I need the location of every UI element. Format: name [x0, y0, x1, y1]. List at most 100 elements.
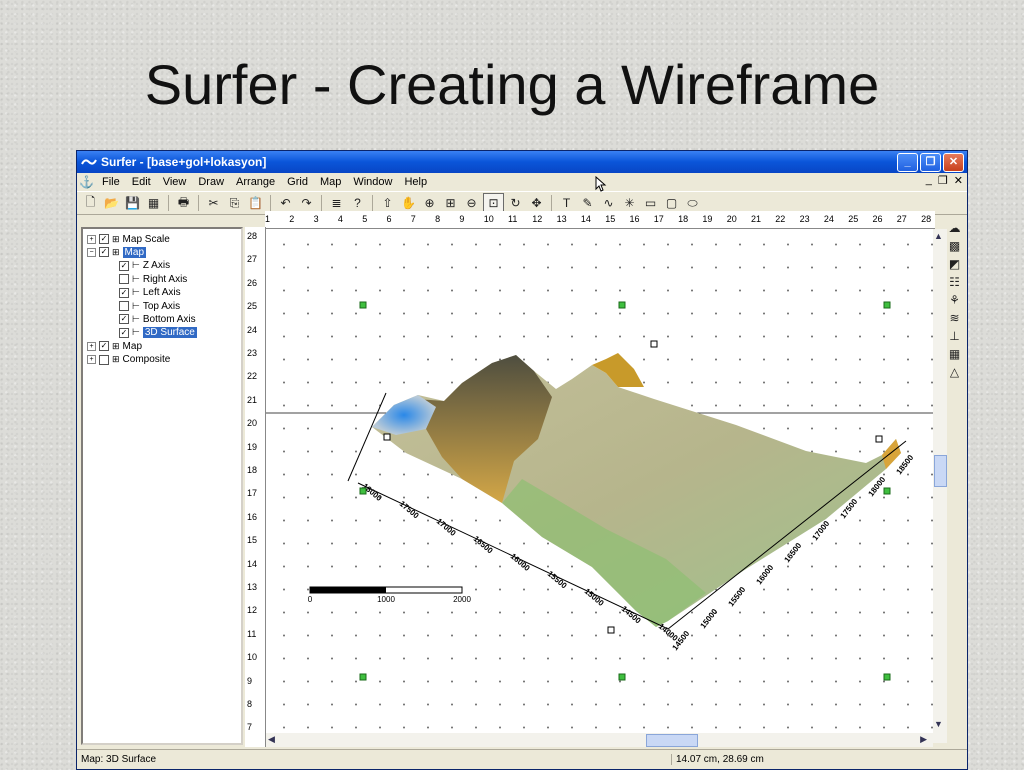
map-handle[interactable]	[883, 301, 891, 309]
visibility-checkbox[interactable]	[119, 274, 129, 285]
selection-handle[interactable]	[383, 433, 391, 441]
zoom-rect-icon[interactable]: ⊞	[441, 194, 460, 212]
mdi-minimize-button[interactable]: _	[926, 174, 932, 187]
cut-icon[interactable]: ✂	[204, 194, 223, 212]
visibility-checkbox[interactable]: ✓	[99, 247, 109, 258]
visibility-checkbox[interactable]: ✓	[119, 314, 129, 325]
plot-canvas[interactable]: 18000 17500 17000 16500 16000 15500 15000 14500…	[266, 229, 933, 743]
object-manager-icon[interactable]: ≣	[327, 194, 346, 212]
menu-help[interactable]: Help	[398, 176, 433, 188]
surface-plot[interactable]: 1800017500170001650016000155001500014500…	[266, 229, 933, 743]
zoom-out-icon[interactable]: ⊖	[462, 194, 481, 212]
paste-icon[interactable]: 📋	[246, 194, 265, 212]
menu-edit[interactable]: Edit	[126, 176, 157, 188]
visibility-checkbox[interactable]: ✓	[119, 327, 129, 338]
expand-icon[interactable]: +	[87, 234, 96, 244]
map-handle[interactable]	[618, 673, 626, 681]
maximize-button[interactable]: ❐	[920, 153, 941, 172]
ruler-tick-label: 24	[247, 324, 258, 335]
visibility-checkbox[interactable]: ✓	[119, 287, 129, 298]
tree-item[interactable]: + ✓ ⊞ Map Scale	[87, 233, 170, 245]
selection-handle[interactable]	[875, 435, 883, 443]
axis-tick-label: 16500	[782, 541, 803, 565]
rotate-icon[interactable]: ↻	[506, 194, 525, 212]
undo-icon[interactable]: ↶	[276, 194, 295, 212]
vector-map-icon[interactable]: ⚘	[945, 291, 964, 309]
polygon-icon[interactable]: ✎	[578, 194, 597, 212]
polyline-icon[interactable]: ∿	[599, 194, 618, 212]
visibility-checkbox[interactable]: ✓	[99, 234, 109, 244]
visibility-checkbox[interactable]	[99, 354, 109, 365]
tree-item[interactable]: + ✓ ⊞ Map	[87, 340, 142, 352]
expand-icon[interactable]: +	[87, 355, 96, 365]
visibility-checkbox[interactable]	[119, 301, 129, 311]
ellipse-icon[interactable]: ⬭	[683, 194, 702, 212]
table-icon[interactable]: ▦	[144, 194, 163, 212]
tree-item[interactable]: ✓ ⊢ Bottom Axis	[119, 313, 196, 325]
print-icon[interactable]: 🖶	[174, 194, 193, 212]
zoom-in-icon[interactable]: ⊕	[420, 194, 439, 212]
post-map-icon[interactable]: ☷	[945, 273, 964, 291]
expand-icon[interactable]: +	[87, 341, 96, 351]
surface-icon[interactable]: ▦	[945, 345, 964, 363]
select-icon[interactable]: ⇧	[378, 194, 397, 212]
reshape-icon[interactable]: ✥	[527, 194, 546, 212]
horizontal-scroll-thumb[interactable]	[646, 734, 698, 747]
tree-item[interactable]: ✓ ⊢ 3D Surface	[119, 327, 197, 339]
menu-file[interactable]: File	[96, 176, 126, 188]
menu-view[interactable]: View	[157, 176, 193, 188]
whats-this-icon[interactable]: ?	[348, 194, 367, 212]
close-button[interactable]: ✕	[943, 153, 964, 172]
3d-surface-icon[interactable]: △	[945, 363, 964, 381]
map-handle[interactable]	[359, 487, 367, 495]
redo-icon[interactable]: ↷	[297, 194, 316, 212]
save-icon[interactable]: 💾	[123, 194, 142, 212]
wireframe-icon[interactable]: ≋	[945, 309, 964, 327]
copy-icon[interactable]: ⎘	[225, 194, 244, 212]
scroll-right-icon[interactable]: ▶	[920, 734, 927, 745]
ruler-tick-label: 25	[848, 214, 859, 224]
vertical-scroll-thumb[interactable]	[934, 455, 947, 487]
selection-handle[interactable]	[650, 340, 658, 348]
tree-item[interactable]: ✓ ⊢ Z Axis	[119, 260, 170, 272]
map-handle[interactable]	[883, 487, 891, 495]
scroll-left-icon[interactable]: ◀	[268, 734, 275, 745]
selection-handle[interactable]	[607, 626, 615, 634]
map-handle[interactable]	[359, 301, 367, 309]
mdi-restore-button[interactable]: ❐	[938, 174, 948, 187]
pan-icon[interactable]: ✋	[399, 194, 418, 212]
scroll-up-icon[interactable]: ▲	[934, 231, 943, 241]
axis-icon[interactable]: ⊥	[945, 327, 964, 345]
visibility-checkbox[interactable]: ✓	[119, 260, 129, 271]
contour-map-icon[interactable]: ☁	[945, 219, 964, 237]
new-icon[interactable]: 🗋	[81, 194, 100, 212]
symbol-icon[interactable]: ✳	[620, 194, 639, 212]
zoom-page-icon[interactable]: ⊡	[483, 193, 504, 213]
menu-window[interactable]: Window	[347, 176, 398, 188]
tree-item[interactable]: + ⊞ Composite	[87, 354, 170, 366]
minimize-button[interactable]: _	[897, 153, 918, 172]
map-scale-bar[interactable]: 0 1000 2000	[308, 586, 472, 604]
shaded-relief-icon[interactable]: ◩	[945, 255, 964, 273]
mdi-close-button[interactable]: ✕	[954, 174, 963, 187]
tree-item[interactable]: − ✓ ⊞ Map	[87, 246, 146, 258]
open-icon[interactable]: 📂	[102, 194, 121, 212]
menu-grid[interactable]: Grid	[281, 176, 314, 188]
map-handle[interactable]	[618, 301, 626, 309]
menu-draw[interactable]: Draw	[192, 176, 230, 188]
menu-arrange[interactable]: Arrange	[230, 176, 281, 188]
collapse-icon[interactable]: −	[87, 247, 96, 257]
map-handle[interactable]	[883, 673, 891, 681]
map-handle[interactable]	[359, 673, 367, 681]
menu-map[interactable]: Map	[314, 176, 347, 188]
text-icon[interactable]: T	[557, 194, 576, 212]
rounded-rect-icon[interactable]: ▢	[662, 194, 681, 212]
tree-item[interactable]: ⊢ Top Axis	[119, 300, 180, 312]
scroll-down-icon[interactable]: ▼	[934, 719, 943, 729]
rectangle-icon[interactable]: ▭	[641, 194, 660, 212]
visibility-checkbox[interactable]: ✓	[99, 341, 109, 352]
horizontal-scrollbar[interactable]: ◀ ▶	[266, 733, 933, 747]
tree-item[interactable]: ⊢ Right Axis	[119, 273, 187, 285]
image-map-icon[interactable]: ▩	[945, 237, 964, 255]
tree-item[interactable]: ✓ ⊢ Left Axis	[119, 287, 181, 299]
